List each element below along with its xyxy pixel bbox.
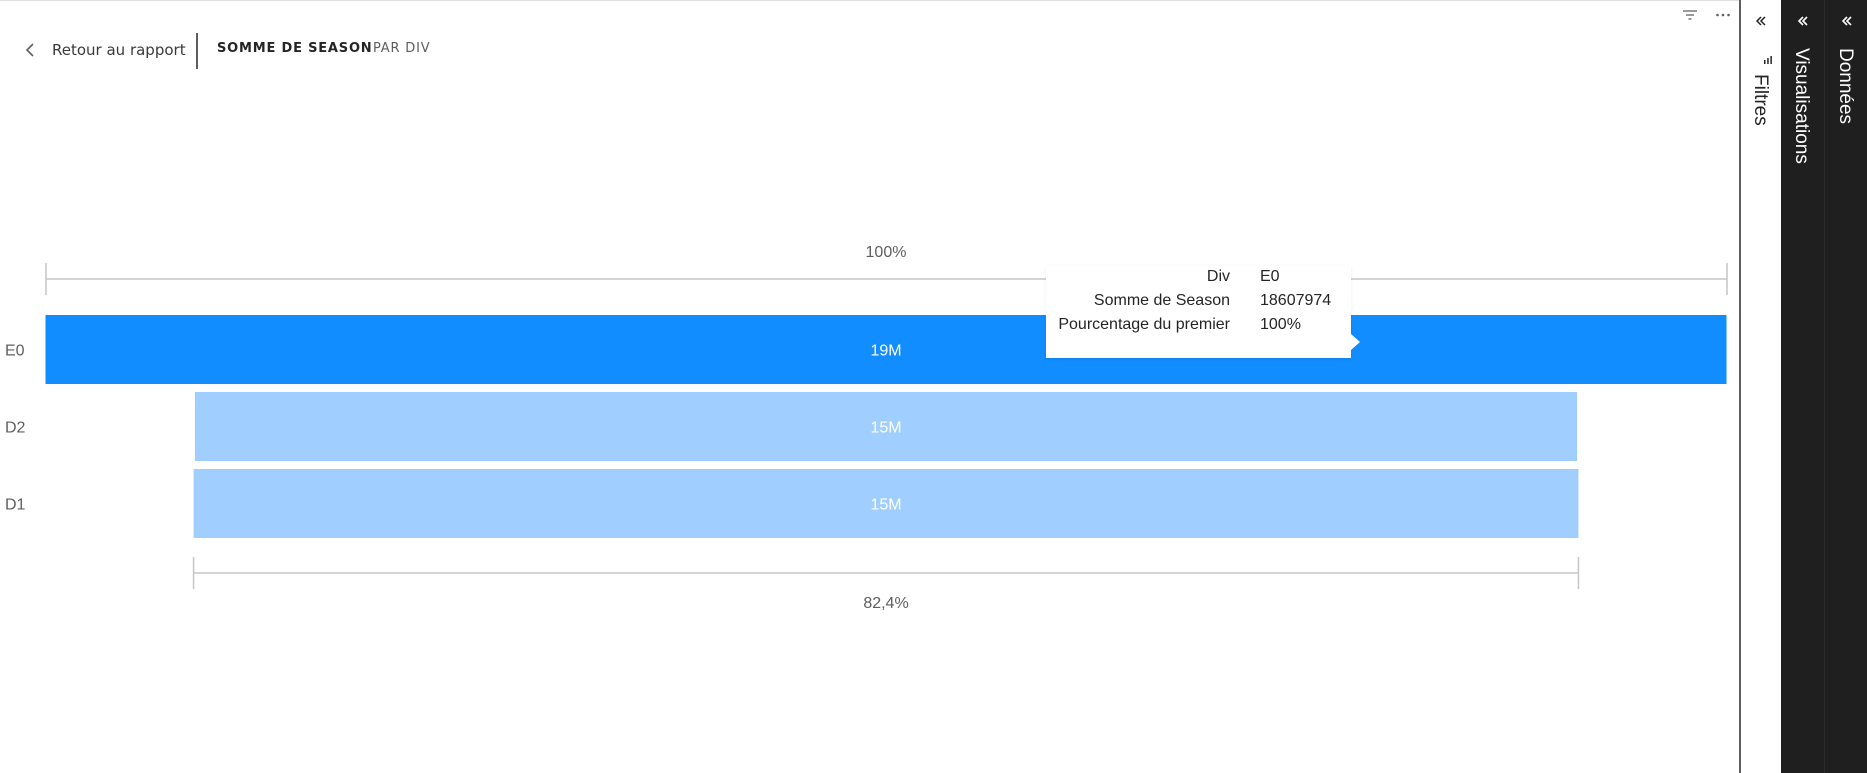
filters-pane-label: Filtres xyxy=(1750,74,1771,126)
report-canvas: Retour au rapport SOMME DE SEASON PAR DI… xyxy=(0,0,1739,773)
funnel-row[interactable]: E0 19M xyxy=(5,315,1727,384)
funnel-row[interactable]: D2 15M xyxy=(5,392,1578,461)
data-pane-label: Données xyxy=(1835,48,1856,125)
category-label: D1 xyxy=(5,497,26,514)
collapse-visualizations-icon[interactable] xyxy=(1781,10,1824,32)
back-chevron-icon xyxy=(18,38,42,62)
funnel-bottom-axis: 82,4% xyxy=(192,557,1580,612)
data-tooltip: Div E0 Somme de Season 18607974 Pourcent… xyxy=(1046,266,1360,358)
tooltip-pointer xyxy=(1351,334,1360,350)
filter-pane-icon xyxy=(1763,50,1773,69)
collapse-data-icon[interactable] xyxy=(1825,10,1867,32)
top-percent-label: 100% xyxy=(866,244,907,261)
bottom-percent-label: 82,4% xyxy=(863,595,908,612)
category-label: D2 xyxy=(5,420,26,437)
more-options-icon[interactable] xyxy=(1712,5,1734,25)
tooltip-row: Somme de Season 18607974 xyxy=(1046,292,1351,314)
visualizations-pane[interactable]: Visualisations xyxy=(1781,0,1824,773)
breadcrumb-dimension: PAR DIV xyxy=(373,41,431,56)
collapse-filters-icon[interactable] xyxy=(1741,10,1781,32)
data-label: 15M xyxy=(870,497,901,514)
tooltip-row: Div E0 xyxy=(1046,268,1351,290)
funnel-chart: 100% E0 19M D2 15M D1 15M 82,4% xyxy=(5,244,1728,612)
focus-mode-header: Retour au rapport SOMME DE SEASON PAR DI… xyxy=(0,1,1739,101)
funnel-row[interactable]: D1 15M xyxy=(5,469,1579,538)
tooltip-row: Pourcentage du premier 100% xyxy=(1046,316,1351,338)
category-label: E0 xyxy=(5,343,25,360)
tooltip-value: 100% xyxy=(1260,316,1301,333)
data-label: 19M xyxy=(870,343,901,360)
funnel-top-axis: 100% xyxy=(45,244,1728,295)
back-to-report-button[interactable]: Retour au rapport xyxy=(18,37,186,63)
filter-icon[interactable] xyxy=(1679,5,1701,25)
tooltip-label: Pourcentage du premier xyxy=(1058,316,1230,333)
tooltip-value: 18607974 xyxy=(1260,292,1332,309)
tooltip-value: E0 xyxy=(1260,268,1280,285)
filters-pane[interactable]: Filtres xyxy=(1739,0,1781,773)
breadcrumb-measure: SOMME DE SEASON xyxy=(217,41,373,56)
back-label: Retour au rapport xyxy=(52,41,186,59)
data-pane[interactable]: Données xyxy=(1824,0,1867,773)
header-divider xyxy=(196,33,198,69)
data-label: 15M xyxy=(870,420,901,437)
tooltip-label: Div xyxy=(1206,268,1230,285)
tooltip-label: Somme de Season xyxy=(1093,292,1230,309)
visualizations-pane-label: Visualisations xyxy=(1791,48,1812,164)
